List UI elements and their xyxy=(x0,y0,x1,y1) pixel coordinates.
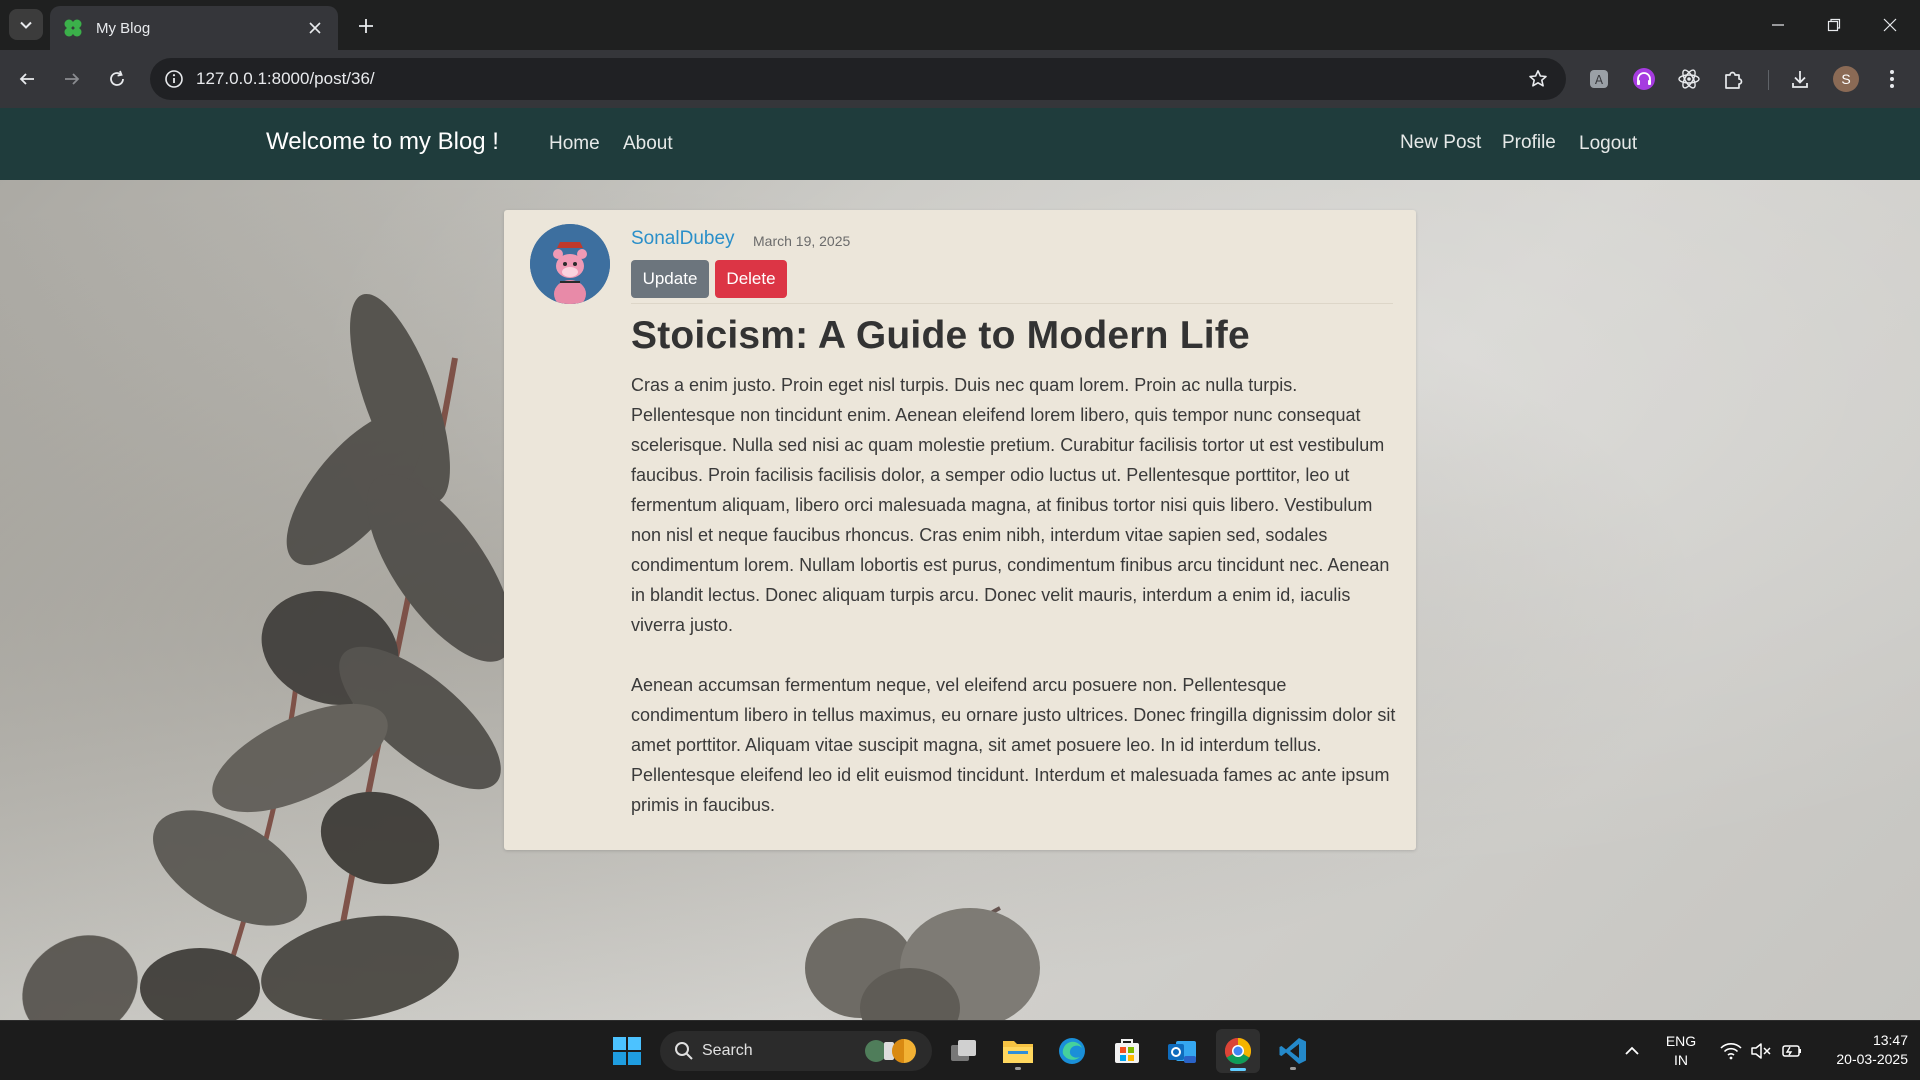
site-navbar: Welcome to my Blog ! Home About New Post… xyxy=(0,108,1920,180)
address-bar[interactable]: 127.0.0.1:8000/post/36/ xyxy=(150,58,1566,100)
search-icon xyxy=(675,1042,693,1060)
minimize-icon xyxy=(1772,24,1784,26)
chevron-down-icon xyxy=(20,21,32,29)
outlook-icon xyxy=(1168,1041,1196,1063)
arrow-right-icon xyxy=(65,73,80,85)
delete-button[interactable]: Delete xyxy=(715,260,787,298)
nav-link-profile[interactable]: Profile xyxy=(1502,132,1556,154)
chrome-icon xyxy=(1224,1037,1252,1065)
reload-icon xyxy=(110,70,124,86)
kebab-menu-icon[interactable] xyxy=(1876,63,1908,95)
system-tray-status[interactable] xyxy=(1706,1029,1816,1073)
browser-toolbar: 127.0.0.1:8000/post/36/ A S xyxy=(0,50,1920,108)
post-card: SonalDubey March 19, 2025 Update Delete … xyxy=(504,210,1416,850)
region-code: IN xyxy=(1674,1052,1688,1068)
pink-panther-avatar-icon xyxy=(530,224,610,304)
battery-charging-icon xyxy=(1782,1045,1801,1057)
wifi-icon xyxy=(1720,1043,1742,1060)
page-viewport: Welcome to my Blog ! Home About New Post… xyxy=(0,108,1920,1020)
forward-button[interactable] xyxy=(56,63,88,95)
taskbar-vscode[interactable] xyxy=(1271,1029,1315,1073)
minimize-button[interactable] xyxy=(1750,0,1806,50)
windows-logo-icon xyxy=(613,1037,641,1065)
site-brand[interactable]: Welcome to my Blog ! xyxy=(266,128,499,156)
tab-search-button[interactable] xyxy=(9,9,43,40)
toolbar-divider xyxy=(1768,70,1769,90)
post-paragraph: Aenean accumsan fermentum neque, vel ele… xyxy=(631,675,1396,815)
tab-title: My Blog xyxy=(96,19,151,37)
close-window-button[interactable] xyxy=(1862,0,1918,50)
running-indicator xyxy=(1015,1067,1021,1070)
clover-icon xyxy=(62,17,84,39)
nav-link-logout[interactable]: Logout xyxy=(1579,133,1637,155)
taskbar-search-box[interactable]: Search xyxy=(660,1031,932,1071)
chevron-up-icon xyxy=(1625,1046,1639,1055)
store-icon xyxy=(1115,1039,1139,1063)
avatar[interactable]: S xyxy=(1830,63,1862,95)
url-text[interactable]: 127.0.0.1:8000/post/36/ xyxy=(196,69,1518,89)
translate-icon[interactable]: A xyxy=(1583,63,1615,95)
taskbar-file-explorer[interactable] xyxy=(996,1029,1040,1073)
post-paragraph: Cras a enim justo. Proin eget nisl turpi… xyxy=(631,375,1390,635)
clock[interactable]: 13:47 20-03-2025 xyxy=(1812,1031,1908,1069)
restore-icon xyxy=(1827,18,1841,32)
update-button[interactable]: Update xyxy=(631,260,709,298)
taskbar-search-label: Search xyxy=(702,1042,753,1059)
author-link[interactable]: SonalDubey xyxy=(631,228,735,250)
nav-link-home[interactable]: Home xyxy=(549,133,600,155)
speaker-muted-icon xyxy=(1751,1043,1771,1059)
close-icon xyxy=(1883,18,1897,32)
plus-icon xyxy=(359,19,373,33)
search-highlight-icon xyxy=(865,1039,916,1063)
language-indicator[interactable]: ENG IN xyxy=(1658,1032,1704,1070)
task-view-icon xyxy=(951,1040,976,1061)
restore-button[interactable] xyxy=(1806,0,1862,50)
running-indicator xyxy=(1290,1067,1296,1070)
post-content: Cras a enim justo. Proin eget nisl turpi… xyxy=(631,370,1396,820)
clock-date: 20-03-2025 xyxy=(1836,1051,1908,1067)
star-icon[interactable] xyxy=(1518,59,1558,99)
post-date: March 19, 2025 xyxy=(753,233,851,249)
language-code: ENG xyxy=(1665,1033,1697,1049)
windows-taskbar: Search ENG IN 13:47 20-03-2025 xyxy=(0,1020,1920,1080)
taskbar-chrome[interactable] xyxy=(1216,1029,1260,1073)
puzzle-icon[interactable] xyxy=(1718,63,1750,95)
author-avatar xyxy=(530,224,610,304)
taskbar-outlook[interactable] xyxy=(1160,1029,1204,1073)
nav-link-about[interactable]: About xyxy=(623,133,673,155)
download-icon[interactable] xyxy=(1784,63,1816,95)
taskbar-edge[interactable] xyxy=(1050,1029,1094,1073)
profile-initial: S xyxy=(1833,66,1859,92)
new-tab-button[interactable] xyxy=(352,12,380,40)
edge-browser-icon xyxy=(1059,1038,1085,1064)
arrow-left-icon xyxy=(19,73,34,85)
divider xyxy=(631,303,1393,304)
folder-icon xyxy=(1003,1041,1033,1063)
close-icon[interactable] xyxy=(304,17,326,39)
back-button[interactable] xyxy=(11,63,43,95)
svg-text:A: A xyxy=(1595,73,1604,87)
headphones-icon[interactable] xyxy=(1628,63,1660,95)
show-hidden-icons-button[interactable] xyxy=(1610,1029,1654,1073)
info-icon[interactable] xyxy=(154,58,194,100)
react-atom-icon[interactable] xyxy=(1673,63,1705,95)
taskbar-store[interactable] xyxy=(1105,1029,1149,1073)
browser-tab-strip: My Blog xyxy=(0,0,1920,50)
post-title: Stoicism: A Guide to Modern Life xyxy=(631,314,1250,357)
start-button[interactable] xyxy=(605,1029,649,1073)
vscode-icon xyxy=(1279,1038,1306,1064)
clock-time: 13:47 xyxy=(1872,1032,1908,1048)
reload-button[interactable] xyxy=(101,63,133,95)
task-view-button[interactable] xyxy=(942,1029,986,1073)
active-indicator xyxy=(1230,1068,1246,1071)
browser-tab-active[interactable]: My Blog xyxy=(50,6,338,50)
nav-link-new-post[interactable]: New Post xyxy=(1400,132,1481,154)
